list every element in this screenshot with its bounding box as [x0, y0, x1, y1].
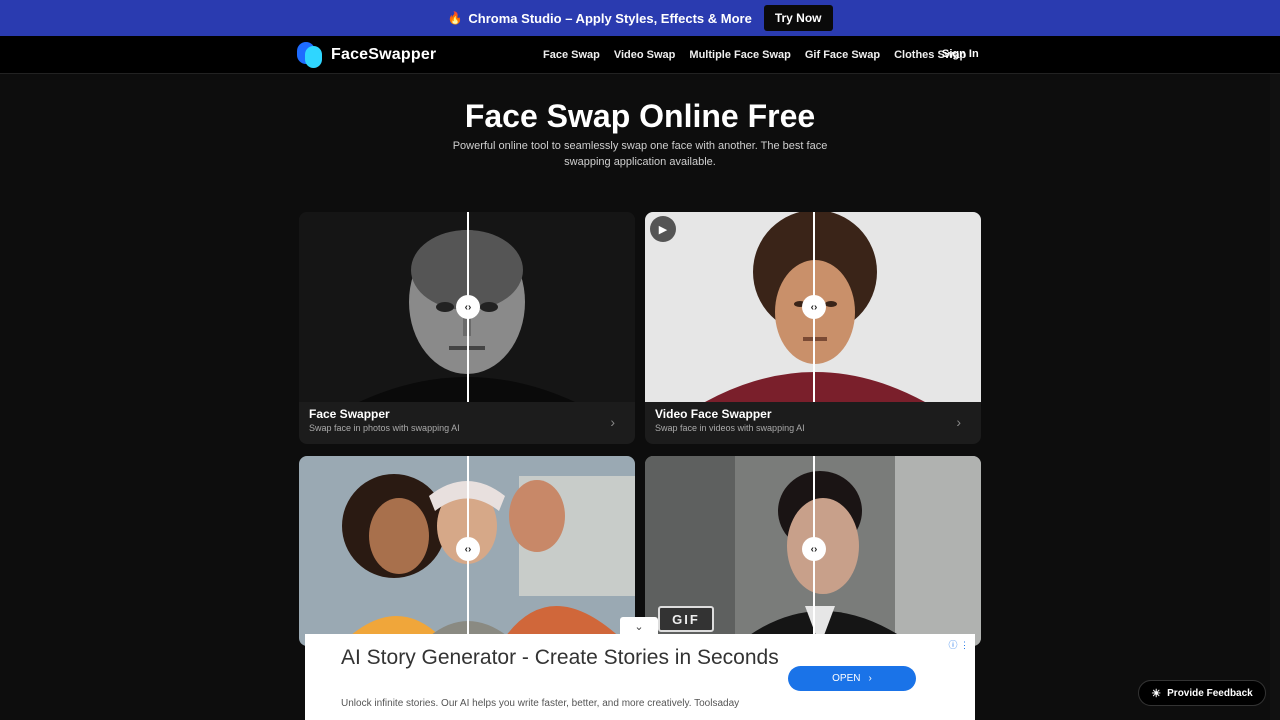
play-icon[interactable]: ▶	[650, 216, 676, 242]
chevron-right-icon: ›	[956, 414, 961, 430]
nav-link-multiple-face-swap[interactable]: Multiple Face Swap	[689, 49, 790, 61]
page-scrollbar[interactable]	[1270, 74, 1280, 720]
comparison-slider-handle[interactable]: ‹›	[802, 537, 826, 561]
card-title: Face Swapper	[309, 407, 390, 421]
card-face-swapper[interactable]: ‹› Face Swapper Swap face in photos with…	[299, 212, 635, 444]
provide-feedback-button[interactable]: ☀ Provide Feedback	[1138, 680, 1266, 706]
ad-info-icon[interactable]: ⓘ ⋮	[948, 638, 969, 651]
logo-text: FaceSwapper	[331, 46, 437, 63]
page-title: Face Swap Online Free	[464, 98, 816, 134]
try-now-button[interactable]: Try Now	[763, 5, 833, 31]
card-subtitle: Swap face in videos with swapping AI	[655, 423, 805, 433]
nav-menu: Face Swap Video Swap Multiple Face Swap …	[543, 36, 966, 74]
comparison-slider-handle[interactable]: ‹›	[456, 537, 480, 561]
fire-icon: 🔥	[447, 11, 463, 25]
ad-headline[interactable]: AI Story Generator - Create Stories in S…	[341, 644, 781, 671]
ad-banner[interactable]: ⌄ ⓘ ⋮ AI Story Generator - Create Storie…	[305, 617, 975, 720]
card-info: Face Swapper Swap face in photos with sw…	[299, 402, 635, 444]
promo-banner: 🔥 Chroma Studio – Apply Styles, Effects …	[0, 0, 1280, 36]
group-photo-comparison-image: ‹›	[299, 456, 635, 646]
promo-text: Chroma Studio – Apply Styles, Effects & …	[468, 10, 752, 26]
chevron-right-icon: ›	[610, 414, 615, 430]
ad-description: Unlock infinite stories. Our AI helps yo…	[341, 698, 740, 709]
feedback-label: Provide Feedback	[1167, 687, 1253, 699]
nav-link-gif-face-swap[interactable]: Gif Face Swap	[805, 49, 880, 61]
logo-icon	[297, 42, 323, 68]
ad-open-label: OPEN	[832, 673, 861, 684]
card-video-face-swapper[interactable]: ▶ ‹› Video Face Swapper Swap face in vid…	[645, 212, 981, 444]
collapse-ad-chevron-icon[interactable]: ⌄	[620, 617, 658, 635]
top-navigation: FaceSwapper Face Swap Video Swap Multipl…	[0, 36, 1280, 74]
card-info: Video Face Swapper Swap face in videos w…	[645, 402, 981, 444]
comparison-slider-handle[interactable]: ‹›	[456, 295, 480, 319]
ad-open-button[interactable]: OPEN ›	[788, 666, 916, 691]
card-multiple-face-swap[interactable]: ‹›	[299, 456, 635, 646]
nav-link-face-swap[interactable]: Face Swap	[543, 49, 600, 61]
sign-in-link[interactable]: Sign In	[942, 48, 979, 60]
gif-comparison-image: GIF ‹›	[645, 456, 981, 646]
comparison-slider-handle[interactable]: ‹›	[802, 295, 826, 319]
chevron-right-icon: ›	[868, 673, 872, 684]
lightbulb-icon: ☀	[1151, 687, 1162, 700]
face-swap-comparison-image: ‹›	[299, 212, 635, 402]
video-swap-comparison-image: ▶ ‹›	[645, 212, 981, 402]
card-gif-face-swap[interactable]: GIF ‹›	[645, 456, 981, 646]
page-subtitle: Powerful online tool to seamlessly swap …	[452, 140, 828, 168]
card-subtitle: Swap face in photos with swapping AI	[309, 423, 460, 433]
logo[interactable]: FaceSwapper	[297, 42, 436, 68]
gif-badge: GIF	[658, 606, 714, 632]
nav-link-video-swap[interactable]: Video Swap	[614, 49, 676, 61]
card-title: Video Face Swapper	[655, 407, 772, 421]
